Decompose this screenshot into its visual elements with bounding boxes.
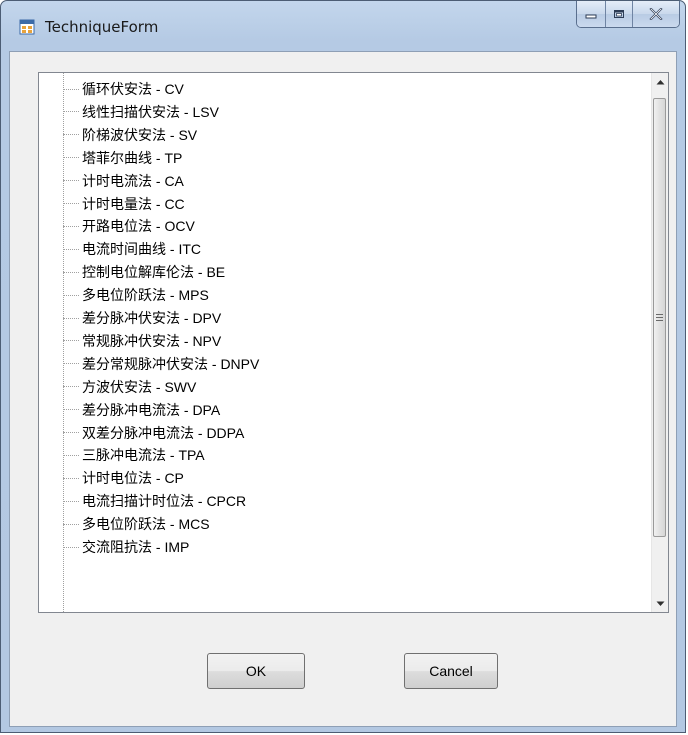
tree-item-label: 多电位阶跃法 - MCS xyxy=(82,516,210,533)
close-icon xyxy=(649,8,663,20)
tree-item[interactable]: 阶梯波伏安法 - SV xyxy=(63,124,197,146)
tree-item-label: 常规脉冲伏安法 - NPV xyxy=(82,332,222,349)
tree-item-label: 线性扫描伏安法 - LSV xyxy=(82,103,219,120)
tree-item-label: 差分脉冲伏安法 - DPV xyxy=(82,310,222,326)
tree-item-label: 差分常规脉冲伏安法 - DNPV xyxy=(82,355,260,372)
tree-item-connector xyxy=(63,363,79,365)
minimize-button[interactable] xyxy=(577,1,605,27)
tree-item-label: 计时电流法 - CA xyxy=(82,172,184,189)
ok-button[interactable]: OK xyxy=(207,653,305,689)
tree-item-label: 计时电量法 - CC xyxy=(82,195,185,212)
tree-item-connector xyxy=(63,477,79,479)
tree-item[interactable]: 电流时间曲线 - ITC xyxy=(63,238,201,260)
tree-item[interactable]: 多电位阶跃法 - MCS xyxy=(63,513,210,535)
tree-item[interactable]: 控制电位解库伦法 - BE xyxy=(63,261,225,283)
window-title: TechniqueForm xyxy=(45,18,159,36)
tree-item[interactable]: 双差分脉冲电流法 - DDPA xyxy=(63,422,244,444)
cancel-button[interactable]: Cancel xyxy=(404,653,498,689)
dialog-client-area: 循环伏安法 - CV 线性扫描伏安法 - LSV 阶梯波伏安法 - SV 塔菲尔曲线 … xyxy=(9,51,677,727)
tree-item-connector xyxy=(63,225,79,227)
tree-item-connector xyxy=(63,454,79,456)
maximize-icon xyxy=(614,10,624,18)
tree-item-label: 三脉冲电流法 - TPA xyxy=(82,447,205,464)
tree-item[interactable]: 线性扫描伏安法 - LSV xyxy=(63,101,219,123)
technique-form-window: TechniqueForm 循环伏安法 - CV 线性扫描伏安法 - LSV 阶… xyxy=(0,0,686,733)
scroll-track[interactable] xyxy=(652,90,668,595)
minimize-icon xyxy=(585,14,597,19)
tree-item-label: 差分脉冲电流法 - DPA xyxy=(82,401,221,418)
tree-item-connector xyxy=(63,432,79,433)
tree-item-connector xyxy=(63,157,79,159)
tree-item[interactable]: 循环伏安法 - CV xyxy=(63,78,184,100)
tree-item-label: 控制电位解库伦法 - BE xyxy=(82,264,226,281)
tree-item[interactable]: 方波伏安法 - SWV xyxy=(63,376,196,398)
tree-item[interactable]: 塔菲尔曲线 - TP xyxy=(63,147,182,169)
tree-item-connector xyxy=(63,111,79,113)
winforms-app-icon xyxy=(19,19,35,35)
tree-item[interactable]: 差分常规脉冲伏安法 - DNPV xyxy=(63,353,259,375)
tree-item[interactable]: 多电位阶跃法 - MPS xyxy=(63,284,209,306)
tree-item[interactable]: 交流阻抗法 - IMP xyxy=(63,536,189,558)
vertical-scrollbar[interactable] xyxy=(651,73,668,612)
tree-item-label: 开路电位法 - OCV xyxy=(82,218,195,235)
tree-item-label: 多电位阶跃法 - MPS xyxy=(82,287,209,304)
tree-items-container: 循环伏安法 - CV 线性扫描伏安法 - LSV 阶梯波伏安法 - SV 塔菲尔曲线 … xyxy=(39,73,651,612)
tree-item-connector xyxy=(63,386,79,388)
tree-item-label: 交流阻抗法 - IMP xyxy=(82,539,190,555)
tree-item-connector xyxy=(63,134,79,136)
scroll-down-arrow-icon xyxy=(656,601,664,606)
tree-item-label: 计时电位法 - CP xyxy=(82,470,184,487)
tree-item-label: 双差分脉冲电流法 - DDPA xyxy=(82,424,245,441)
tree-item[interactable]: 差分脉冲电流法 - DPA xyxy=(63,399,220,421)
scroll-up-button[interactable] xyxy=(652,73,668,90)
tree-item-connector xyxy=(63,88,79,90)
technique-tree-view[interactable]: 循环伏安法 - CV 线性扫描伏安法 - LSV 阶梯波伏安法 - SV 塔菲尔曲线 … xyxy=(38,72,669,613)
tree-item[interactable]: 三脉冲电流法 - TPA xyxy=(63,444,205,466)
maximize-button[interactable] xyxy=(605,1,632,27)
tree-item-connector xyxy=(63,523,79,525)
close-button[interactable] xyxy=(632,1,679,27)
scroll-thumb[interactable] xyxy=(653,98,666,537)
tree-item-label: 电流扫描计时位法 - CPCR xyxy=(82,493,247,510)
tree-item-connector xyxy=(63,180,79,182)
tree-item[interactable]: 开路电位法 - OCV xyxy=(63,215,195,237)
tree-item-label: 循环伏安法 - CV xyxy=(82,81,184,97)
tree-item[interactable]: 常规脉冲伏安法 - NPV xyxy=(63,330,221,352)
tree-item-connector xyxy=(63,203,79,204)
tree-item[interactable]: 电流扫描计时位法 - CPCR xyxy=(63,490,246,512)
window-controls xyxy=(576,1,680,28)
tree-item-connector xyxy=(63,546,79,548)
tree-item[interactable]: 计时电位法 - CP xyxy=(63,467,184,489)
tree-item-connector xyxy=(63,294,79,296)
tree-item-label: 方波伏安法 - SWV xyxy=(82,378,197,395)
tree-item[interactable]: 计时电流法 - CA xyxy=(63,170,184,192)
tree-item-label: 电流时间曲线 - ITC xyxy=(82,241,201,258)
tree-item-connector xyxy=(63,248,79,250)
scroll-grip-icon xyxy=(656,314,663,321)
tree-item[interactable]: 计时电量法 - CC xyxy=(63,193,185,215)
scroll-up-arrow-icon xyxy=(656,79,664,84)
tree-item-connector xyxy=(63,271,79,273)
tree-item-connector xyxy=(63,317,79,319)
tree-item-connector xyxy=(63,340,79,342)
scroll-down-button[interactable] xyxy=(652,595,668,612)
tree-item-label: 塔菲尔曲线 - TP xyxy=(82,149,183,166)
tree-item-connector xyxy=(63,500,79,502)
tree-item-connector xyxy=(63,409,79,411)
tree-item[interactable]: 差分脉冲伏安法 - DPV xyxy=(63,307,221,329)
tree-item-label: 阶梯波伏安法 - SV xyxy=(82,126,198,143)
